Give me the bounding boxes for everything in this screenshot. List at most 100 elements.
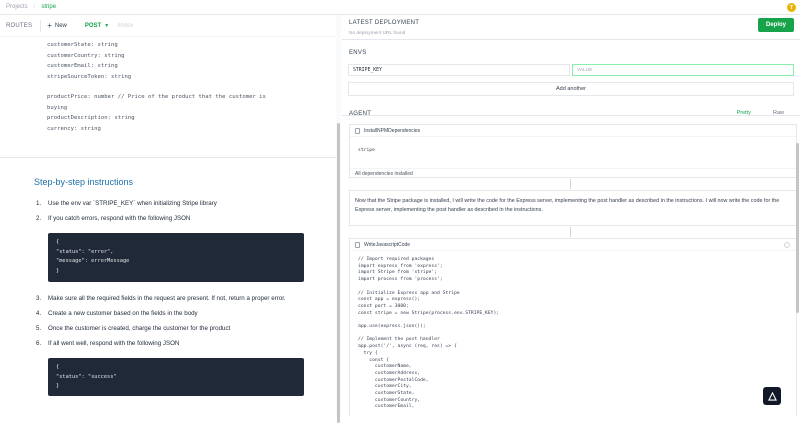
section-title: ENVS xyxy=(349,50,367,56)
right-scrollbar[interactable] xyxy=(795,15,800,416)
list-item: 6. If all went well, respond with the fo… xyxy=(34,339,324,348)
list-item: 2. If you catch errors, respond with the… xyxy=(34,214,324,223)
code-line: // Import required packages xyxy=(358,257,435,262)
env-row: STRIPE_KEY VALUE xyxy=(348,64,794,76)
section-title: AGENT xyxy=(349,111,372,117)
routes-bar: ROUTES + New POST ▼ /index xyxy=(0,15,340,37)
code-line: stripeSourceToken: string xyxy=(47,73,132,80)
deploy-button[interactable]: Deploy xyxy=(758,18,794,32)
generated-code: // Import required packages import expre… xyxy=(350,251,796,411)
code-line: try { xyxy=(358,350,378,356)
triangle-icon xyxy=(767,391,777,401)
code-line: productPrice: number // Price of the pro… xyxy=(47,94,266,100)
card-title: WriteJavascriptCode xyxy=(364,241,411,248)
step-number: 2. xyxy=(36,215,42,222)
deployment-status: No deployment URL found xyxy=(349,31,406,36)
chevron-down-icon: ▼ xyxy=(104,22,110,29)
code-line: customerEmail, xyxy=(358,404,415,410)
code-line: } xyxy=(56,267,60,274)
scrollbar-thumb[interactable] xyxy=(337,123,340,423)
list-item: 1. Use the env var `STRIPE_KEY` when ini… xyxy=(34,199,324,208)
card-header: WriteJavascriptCode xyxy=(350,239,796,251)
breadcrumb-current[interactable]: stripe xyxy=(41,4,56,10)
section-title: LATEST DEPLOYMENT xyxy=(349,20,420,26)
breadcrumb-projects[interactable]: Projects xyxy=(6,4,28,10)
package-list: stripe xyxy=(350,137,796,168)
code-line: customerState, xyxy=(358,391,415,397)
agent-section: AGENT Pretty Raw InstallNPMDependencies … xyxy=(342,108,800,416)
install-dependencies-card: InstallNPMDependencies stripe All depend… xyxy=(349,124,797,178)
agent-message-card: Now that the Stripe package is installed… xyxy=(349,190,797,226)
breadcrumb-separator: / xyxy=(33,4,36,10)
code-line: } xyxy=(56,383,60,389)
list-item: 4. Create a new customer based on the fi… xyxy=(34,309,324,318)
env-value-field[interactable]: VALUE xyxy=(572,64,794,76)
add-env-button[interactable]: Add another xyxy=(348,82,794,96)
step-number: 3. xyxy=(36,295,42,302)
code-line: customerCountry: string xyxy=(47,52,125,59)
agent-view-tabs: Pretty Raw xyxy=(737,110,784,116)
agent-message: Now that the Stripe package is installed… xyxy=(355,198,780,213)
routes-label: ROUTES xyxy=(6,22,33,29)
code-line: { xyxy=(56,364,60,370)
divider xyxy=(40,19,42,32)
code-line: currency: string xyxy=(47,125,101,132)
code-line: "status": "success" xyxy=(56,373,117,380)
code-line: const app = express(); xyxy=(358,297,421,303)
code-line: const port = 3000; xyxy=(358,303,409,309)
step-text: Once the customer is created, charge the… xyxy=(48,325,231,332)
card-title: InstallNPMDependencies xyxy=(364,127,421,134)
card-footer: All dependencies installed xyxy=(350,168,796,178)
code-line: // Initialize Express app and Stripe xyxy=(358,290,460,296)
step-text: Create a new customer based on the field… xyxy=(48,310,198,317)
code-line: buying xyxy=(47,104,68,111)
card-header: InstallNPMDependencies xyxy=(350,125,796,137)
code-line: customerCountry, xyxy=(358,397,421,403)
new-route-label: New xyxy=(54,22,67,29)
code-line: app.post('/', async (req, res) => { xyxy=(358,344,457,350)
code-line: customerEmail: string xyxy=(47,63,118,69)
code-line: customerPostalCode, xyxy=(358,377,429,383)
file-icon xyxy=(355,127,360,134)
list-item: 5. Once the customer is created, charge … xyxy=(34,324,324,333)
method-select[interactable]: POST ▼ xyxy=(85,23,109,29)
code-line: customerName, xyxy=(358,364,412,370)
loading-icon xyxy=(784,242,790,248)
tab-pretty[interactable]: Pretty xyxy=(737,110,751,116)
route-path-input[interactable]: /index xyxy=(117,23,133,29)
type-definition-code: customerState: string customerCountry: s… xyxy=(0,37,336,134)
left-scrollbar[interactable] xyxy=(336,15,341,423)
env-key-field[interactable]: STRIPE_KEY xyxy=(348,64,570,76)
code-line: productDescription: string xyxy=(47,115,135,121)
instructions-document: customerState: string customerCountry: s… xyxy=(0,37,336,416)
right-panel: LATEST DEPLOYMENT No deployment URL foun… xyxy=(342,15,800,416)
connector-line xyxy=(570,179,571,189)
code-line: { xyxy=(56,239,60,245)
top-bar: Projects / stripe T xyxy=(0,0,800,15)
new-route-button[interactable]: + New xyxy=(47,21,67,30)
tab-raw[interactable]: Raw xyxy=(773,110,784,116)
json-success-codeblock: { "status": "success" } xyxy=(48,358,304,396)
connector-line xyxy=(570,227,571,237)
code-line: const { xyxy=(358,357,390,363)
file-icon xyxy=(355,241,360,248)
left-panel: ROUTES + New POST ▼ /index customerState… xyxy=(0,15,341,416)
write-code-card: WriteJavascriptCode // Import required p… xyxy=(349,238,797,416)
divider xyxy=(0,157,336,158)
step-number: 1. xyxy=(36,200,42,207)
method-label: POST xyxy=(84,22,102,29)
code-line: "status": "error", xyxy=(56,248,114,255)
avatar[interactable]: T xyxy=(787,3,796,12)
step-number: 4. xyxy=(36,310,42,317)
app-logo-button[interactable] xyxy=(763,387,781,405)
scrollbar-thumb[interactable] xyxy=(796,143,799,313)
step-text: Make sure all the required fields in the… xyxy=(48,295,286,302)
code-line: customerState: string xyxy=(47,42,118,48)
step-number: 5. xyxy=(36,325,42,332)
step-text: If all went well, respond with the follo… xyxy=(48,340,180,347)
step-number: 6. xyxy=(36,340,42,347)
code-line: import process from 'process'; xyxy=(358,277,443,283)
envs-section: ENVS STRIPE_KEY VALUE Add another xyxy=(342,41,800,116)
